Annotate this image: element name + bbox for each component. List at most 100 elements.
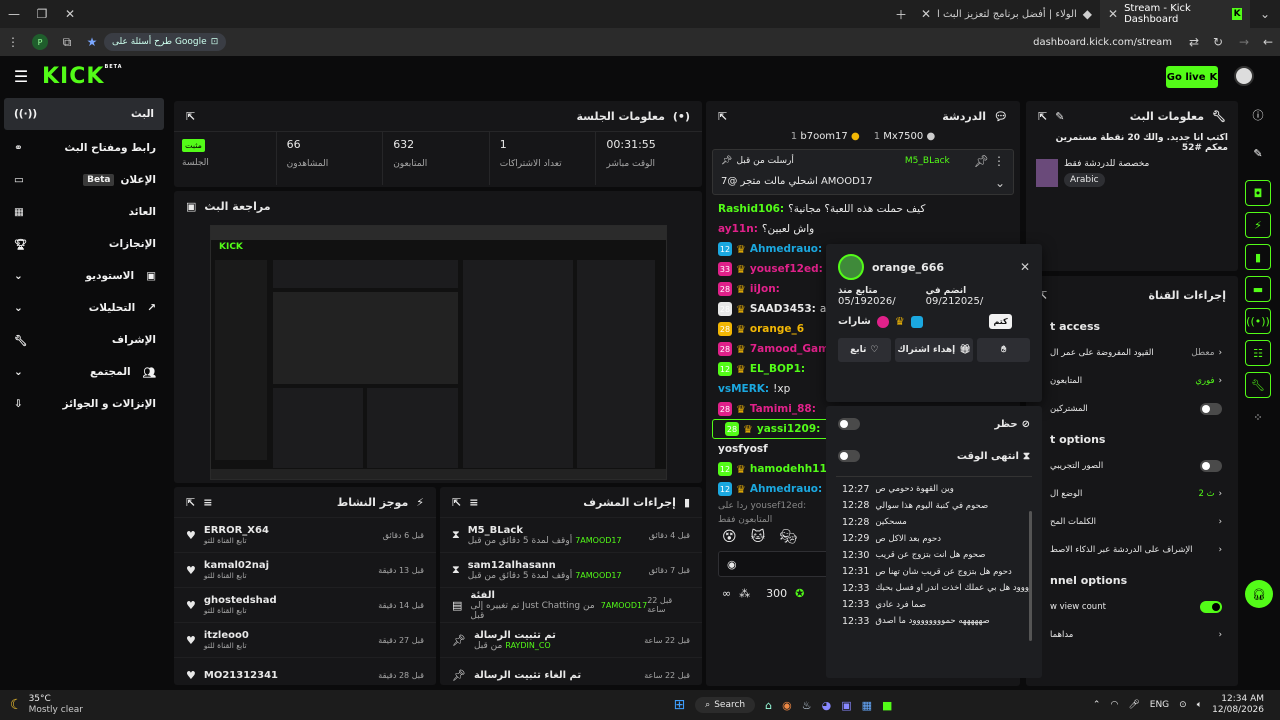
activity-item[interactable]: ♥ itzleoo0 تابع القناة للتو قبل 27 دقيقة (174, 622, 436, 657)
sidebar-item-stream[interactable]: ((·)) البث (4, 98, 164, 130)
tab-kick-dashboard[interactable]: ✕ Stream - Kick Dashboard K (1100, 0, 1250, 28)
dots-cluster-icon[interactable]: ⁘ (1245, 404, 1271, 430)
language-tag[interactable]: Arabic (1064, 173, 1105, 187)
sidebar-item-studio[interactable]: ⌄ الاستوديو ▣ (0, 260, 168, 292)
stream-preview-video[interactable]: KICK (210, 225, 667, 480)
kick-app-icon[interactable]: ■ (882, 699, 892, 712)
support-icon[interactable]: 🎧︎ (1245, 580, 1273, 608)
setting-toggle[interactable] (1200, 403, 1222, 415)
chat-message[interactable]: ay11n: واش لعبين؟ (706, 219, 1020, 239)
close-tab-icon[interactable]: ✕ (921, 7, 931, 21)
steam-icon[interactable]: ♨ (802, 699, 812, 712)
history-scrollbar[interactable] (1029, 511, 1032, 641)
sidebar-item-community[interactable]: ⌄ المجتمع 👥︎ (0, 356, 168, 388)
new-tab-icon[interactable]: ＋ (889, 6, 913, 23)
follow-button[interactable]: تابع ♡ (838, 338, 891, 362)
emoji-icon[interactable]: ◉ (727, 558, 737, 571)
clock[interactable]: 12:34 AM 12/08/2026 (1212, 694, 1264, 716)
go-live-button[interactable]: Go live K (1166, 66, 1218, 88)
windows-start-icon[interactable]: ⊞ (673, 697, 685, 713)
chat-username[interactable]: hamodehh11 (750, 463, 827, 475)
channel-setting-row[interactable]: الإشراف على الدردشة عبر الذكاء الاصط › (1026, 536, 1238, 564)
sidebar-item-ads[interactable]: ▭ Beta الإعلان (0, 164, 168, 196)
chat-username[interactable]: vsMERK: (718, 383, 769, 395)
mod-action-item[interactable]: ▤ الفئة تم تغييره إلى Just Chatting من قبل… (440, 587, 702, 622)
sidebar-item-moderation[interactable]: 🔧︎ الإشراف (0, 324, 168, 356)
volume-icon[interactable]: 🔈︎ (1197, 700, 1202, 710)
network-app-icon[interactable]: ▦ (862, 699, 872, 712)
wifi-icon[interactable]: ◠ (1110, 700, 1118, 710)
mic-icon[interactable]: 🎤︎ (1128, 700, 1139, 710)
broadcast-icon[interactable]: ((•)) (1245, 308, 1271, 334)
sidebar-item-revenue[interactable]: ▦ العائد (0, 196, 168, 228)
kick-logo[interactable]: KICKBETA (42, 64, 123, 89)
chat-message[interactable]: Rashid106: كيف حملت هذه اللعبة؟ مجانية؟ (706, 199, 1020, 219)
avatar[interactable] (838, 254, 864, 280)
mod-action-user[interactable]: 7AMOOD17 (575, 571, 621, 581)
popout-icon[interactable]: ⇱ (1038, 110, 1047, 123)
extensions-icon[interactable]: ⧉ (54, 35, 80, 50)
popout-icon[interactable]: ⇱ (186, 110, 195, 123)
taskbar-search[interactable]: ⌕ Search (695, 697, 756, 713)
chat-username[interactable]: iiJon: (750, 283, 780, 295)
app-icon[interactable]: ▣ (841, 699, 851, 712)
channel-setting-row[interactable]: الصور التجريبي (1026, 452, 1238, 480)
chat-username[interactable]: yassi1209: (757, 423, 820, 435)
activity-item[interactable]: ♥ kamal02naj تابع القناة للتو قبل 13 دقيقة (174, 552, 436, 587)
pinned-message[interactable]: 📌︎ أرسلت من قبل M5_BLack 📌︎ ⋮ 7@ اشحلي م… (712, 149, 1014, 195)
chat-username[interactable]: orange_6 (750, 323, 804, 335)
mod-action-item[interactable]: 📌︎ تم تثبيت الرسالة من قبل RAYDIN_CO قبل 22 … (440, 622, 702, 657)
camera-icon[interactable]: ◘ (1245, 180, 1271, 206)
gifter[interactable]: 1 Mx7500 ● (874, 131, 935, 145)
emote-icon[interactable]: 😵︎ (722, 529, 737, 545)
channel-setting-row[interactable]: القيود المفروضة على عمر ال معطل › (1026, 339, 1238, 367)
home-icon[interactable]: ⌂ (765, 699, 772, 712)
channel-setting-row[interactable]: المشتركين (1026, 395, 1238, 423)
weather-widget[interactable]: ☾ 35°C Mostly clear (0, 694, 93, 716)
hamburger-menu-icon[interactable]: ☰ (0, 67, 42, 86)
url-text[interactable]: dashboard.kick.com/stream (1033, 37, 1172, 48)
timeout-row[interactable]: انتهى الوقت ⧗ (826, 430, 1042, 462)
mod-action-item[interactable]: ⧗ M5_BLack أوقف لمدة 5 دقائق من قبل 7AMOOD1… (440, 517, 702, 552)
close-window-icon[interactable]: ✕ (56, 7, 84, 21)
chevron-down-icon[interactable]: ⌄ (995, 176, 1005, 190)
google-search-chip[interactable]: طرح أسئلة على Google ⊡ (104, 33, 227, 51)
mute-button[interactable]: ✋︎ كتم (977, 314, 1031, 362)
category-thumbnail[interactable] (1036, 159, 1058, 187)
channel-setting-row[interactable]: الكلمات المح › (1026, 508, 1238, 536)
mod-action-item[interactable]: ⧗ sam12alhasann أوقف لمدة 5 دقائق من قبل 7A… (440, 552, 702, 587)
chat-username[interactable]: Tamimi_88: (750, 403, 816, 415)
chat-username[interactable]: Ahmedrauo: (750, 243, 822, 255)
chat-username[interactable]: ay11n: (718, 223, 758, 235)
edit-icon[interactable]: ✎ (1055, 110, 1064, 123)
chat-icon[interactable]: ▬ (1245, 276, 1271, 302)
gift-sub-button[interactable]: إهداء اشتراك 🎁︎ (894, 338, 974, 362)
forward-icon[interactable]: → (1232, 35, 1256, 49)
restore-icon[interactable]: ❐ (28, 7, 56, 21)
back-icon[interactable]: ← (1256, 35, 1280, 49)
bookmark-star-icon[interactable]: ★ (80, 35, 104, 49)
discord-icon[interactable]: ◕ (822, 699, 832, 712)
chat-username[interactable]: yousef12ed: (750, 263, 823, 275)
popout-icon[interactable]: ⇱ (186, 496, 195, 509)
channel-setting-row[interactable]: مداهما › (1026, 621, 1238, 649)
sidebar-item-achievements[interactable]: 🏆︎ الإنجازات (0, 228, 168, 260)
avatar[interactable] (1234, 66, 1254, 86)
chat-username[interactable]: yosfyosf (718, 443, 768, 455)
chat-username[interactable]: Ahmedrauo: (750, 483, 822, 495)
chat-username[interactable]: EL_BOP1: (750, 363, 805, 375)
mod-action-user[interactable]: 7AMOOD17 (575, 536, 621, 546)
emote-icon[interactable]: 🎭︎ (779, 529, 797, 545)
reload-icon[interactable]: ↻ (1204, 35, 1232, 49)
info-icon[interactable]: ⓘ (1245, 102, 1271, 128)
infinity-icon[interactable]: ∞ (722, 587, 731, 600)
shield-icon[interactable]: ▮ (1245, 244, 1271, 270)
activity-item[interactable]: ♥ MO21312341 قبل 28 دقيقة (174, 657, 436, 685)
pin-action-icon[interactable]: 📌︎ (974, 154, 989, 168)
site-settings-icon[interactable]: ⇄ (1184, 35, 1204, 49)
timeout-toggle[interactable] (838, 450, 860, 462)
close-tab-icon[interactable]: ✕ (1108, 7, 1118, 21)
tab-loyalty[interactable]: ✕ الولاء | أفضل برنامج لتعزيز البث ا ◆ (913, 0, 1100, 28)
tray-chevron-icon[interactable]: ⌃ (1093, 700, 1101, 710)
ban-row[interactable]: حظر ⊘ (826, 406, 1042, 430)
